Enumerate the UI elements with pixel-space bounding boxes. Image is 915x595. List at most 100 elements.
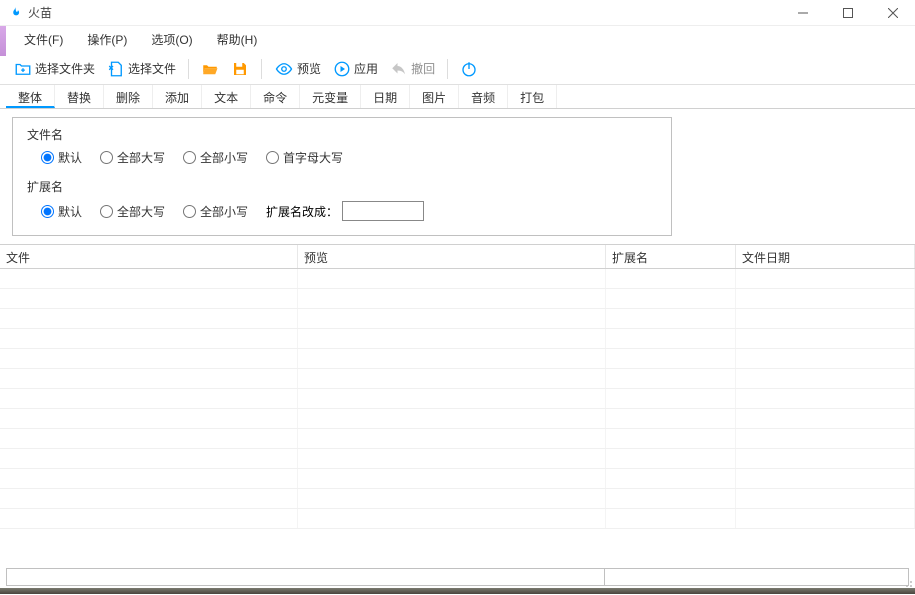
menu-options[interactable]: 选项(O): [141, 27, 202, 52]
power-icon: [460, 60, 478, 78]
ext-lower-label: 全部小写: [200, 203, 248, 220]
save-button[interactable]: [227, 55, 253, 83]
tab-pack[interactable]: 打包: [508, 85, 557, 108]
tab-delete[interactable]: 删除: [104, 85, 153, 108]
preview-button[interactable]: 预览: [270, 55, 325, 83]
select-file-button[interactable]: 选择文件: [103, 55, 180, 83]
menu-bar: 文件(F) 操作(P) 选项(O) 帮助(H): [0, 26, 915, 53]
filename-radio-row: 默认 全部大写 全部小写 首字母大写: [27, 149, 657, 166]
extension-group-label: 扩展名: [27, 178, 657, 195]
edge-accent-stripe: [0, 26, 6, 56]
status-bar: [6, 568, 909, 586]
open-button[interactable]: [197, 55, 223, 83]
column-preview[interactable]: 预览: [298, 245, 606, 268]
close-button[interactable]: [870, 0, 915, 26]
undo-label: 撤回: [411, 60, 435, 77]
table-row: [0, 489, 915, 509]
filename-group-label: 文件名: [27, 126, 657, 143]
menu-help[interactable]: 帮助(H): [207, 27, 268, 52]
tab-image[interactable]: 图片: [410, 85, 459, 108]
table-row: [0, 409, 915, 429]
column-date[interactable]: 文件日期: [736, 245, 915, 268]
extension-group: 扩展名 默认 全部大写 全部小写 扩展名改成：: [27, 178, 657, 221]
table-row: [0, 269, 915, 289]
filename-upper-radio[interactable]: 全部大写: [100, 149, 165, 166]
extension-radio-row: 默认 全部大写 全部小写 扩展名改成：: [27, 201, 657, 221]
status-cell-1: [7, 569, 605, 585]
apply-label: 应用: [354, 60, 378, 77]
grid-header: 文件 预览 扩展名 文件日期: [0, 245, 915, 269]
eye-icon: [274, 60, 294, 78]
tab-text[interactable]: 文本: [202, 85, 251, 108]
table-row: [0, 469, 915, 489]
table-row: [0, 349, 915, 369]
options-panel: 文件名 默认 全部大写 全部小写 首字母大写 扩展名: [12, 117, 672, 236]
save-icon: [231, 60, 249, 78]
app-flame-icon: [8, 5, 22, 21]
file-grid: 文件 预览 扩展名 文件日期: [0, 244, 915, 529]
menu-operations[interactable]: 操作(P): [77, 27, 137, 52]
undo-button[interactable]: 撤回: [386, 55, 439, 83]
table-row: [0, 429, 915, 449]
title-bar: 火苗: [0, 0, 915, 26]
preview-label: 预览: [297, 60, 321, 77]
tab-audio[interactable]: 音频: [459, 85, 508, 108]
tab-metavar[interactable]: 元变量: [300, 85, 361, 108]
filename-default-input[interactable]: [41, 151, 54, 164]
filename-default-radio[interactable]: 默认: [41, 149, 82, 166]
ext-lower-input[interactable]: [183, 205, 196, 218]
grid-body[interactable]: [0, 269, 915, 529]
toolbar-separator: [447, 59, 448, 79]
ext-default-input[interactable]: [41, 205, 54, 218]
toolbar-separator: [188, 59, 189, 79]
filename-cap-input[interactable]: [266, 151, 279, 164]
select-file-label: 选择文件: [128, 60, 176, 77]
folder-add-icon: [14, 60, 32, 78]
ext-change-wrapper: 扩展名改成：: [266, 201, 424, 221]
column-ext[interactable]: 扩展名: [606, 245, 736, 268]
app-title: 火苗: [28, 4, 52, 21]
filename-lower-input[interactable]: [183, 151, 196, 164]
filename-upper-input[interactable]: [100, 151, 113, 164]
file-add-icon: [107, 60, 125, 78]
tab-date[interactable]: 日期: [361, 85, 410, 108]
ext-change-label: 扩展名改成：: [266, 203, 338, 220]
column-file[interactable]: 文件: [0, 245, 298, 268]
maximize-button[interactable]: [825, 0, 870, 26]
power-button[interactable]: [456, 55, 482, 83]
folder-open-icon: [201, 60, 219, 78]
tab-overall[interactable]: 整体: [6, 85, 55, 108]
ext-default-label: 默认: [58, 203, 82, 220]
tab-bar: 整体 替换 删除 添加 文本 命令 元变量 日期 图片 音频 打包: [0, 85, 915, 109]
tab-replace[interactable]: 替换: [55, 85, 104, 108]
table-row: [0, 309, 915, 329]
filename-cap-radio[interactable]: 首字母大写: [266, 149, 343, 166]
bottom-frame: [0, 588, 915, 594]
ext-default-radio[interactable]: 默认: [41, 203, 82, 220]
table-row: [0, 369, 915, 389]
ext-upper-input[interactable]: [100, 205, 113, 218]
table-row: [0, 509, 915, 529]
ext-lower-radio[interactable]: 全部小写: [183, 203, 248, 220]
apply-button[interactable]: 应用: [329, 55, 382, 83]
select-folder-button[interactable]: 选择文件夹: [10, 55, 99, 83]
play-circle-icon: [333, 60, 351, 78]
filename-upper-label: 全部大写: [117, 149, 165, 166]
table-row: [0, 389, 915, 409]
undo-icon: [390, 60, 408, 78]
filename-group: 文件名 默认 全部大写 全部小写 首字母大写: [27, 126, 657, 166]
menu-file[interactable]: 文件(F): [14, 27, 73, 52]
table-row: [0, 329, 915, 349]
tab-add[interactable]: 添加: [153, 85, 202, 108]
ext-upper-label: 全部大写: [117, 203, 165, 220]
filename-cap-label: 首字母大写: [283, 149, 343, 166]
filename-default-label: 默认: [58, 149, 82, 166]
ext-upper-radio[interactable]: 全部大写: [100, 203, 165, 220]
select-folder-label: 选择文件夹: [35, 60, 95, 77]
minimize-button[interactable]: [780, 0, 825, 26]
filename-lower-radio[interactable]: 全部小写: [183, 149, 248, 166]
ext-change-input[interactable]: [342, 201, 424, 221]
filename-lower-label: 全部小写: [200, 149, 248, 166]
table-row: [0, 289, 915, 309]
tab-command[interactable]: 命令: [251, 85, 300, 108]
